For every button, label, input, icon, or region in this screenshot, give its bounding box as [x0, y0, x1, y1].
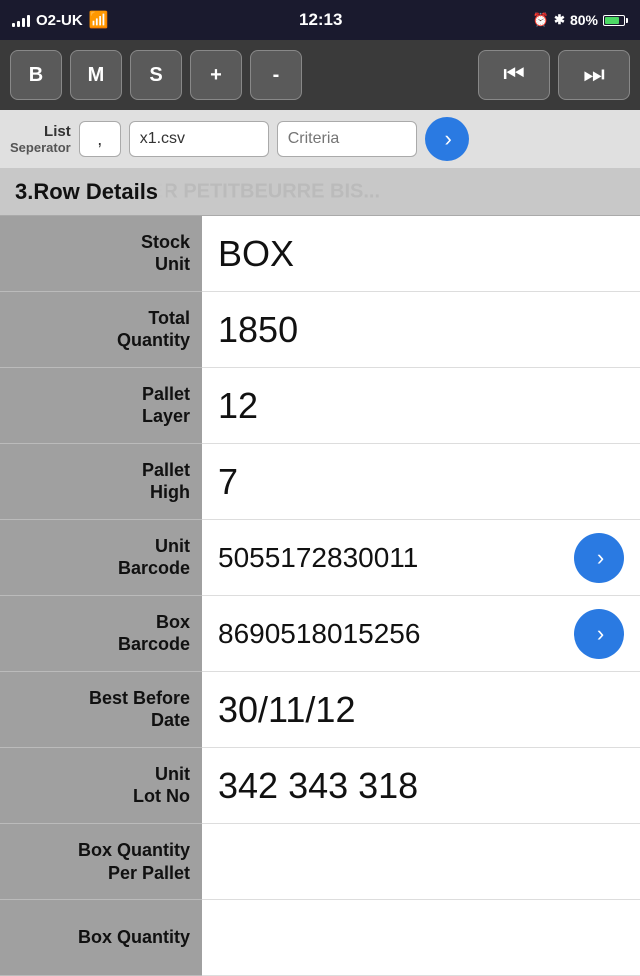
value-best-before: 30/11/12: [202, 672, 640, 748]
row-stock-unit: Stock Unit BOX: [0, 216, 640, 292]
go-button[interactable]: ›: [425, 117, 469, 161]
value-unit-barcode: 5055172830011 ›: [202, 520, 640, 596]
btn-plus[interactable]: +: [190, 50, 242, 100]
battery-label: 80%: [570, 12, 598, 28]
value-total-quantity: 1850: [202, 292, 640, 368]
label-box-qty: Box Quantity: [0, 900, 202, 976]
separator-box[interactable]: ,: [79, 121, 121, 157]
value-unit-lot: 342 343 318: [202, 748, 640, 824]
criteria-input[interactable]: [277, 121, 417, 157]
toolbar-right: ⏮ ⏭: [478, 50, 630, 100]
separator-value: ,: [97, 129, 102, 150]
label-unit-barcode: Unit Barcode: [0, 520, 202, 596]
row-details-title: 3.Row Details: [15, 179, 166, 205]
label-pallet-high: Pallet High: [0, 444, 202, 520]
box-barcode-arrow-icon: ›: [597, 621, 604, 647]
carrier-label: O2-UK: [36, 12, 83, 29]
status-left: O2-UK 📶: [12, 10, 109, 30]
label-stock-unit: Stock Unit: [0, 216, 202, 292]
row-box-barcode: Box Barcode 8690518015256 ›: [0, 596, 640, 672]
prev-icon: ⏮: [503, 61, 525, 89]
btn-prev[interactable]: ⏮: [478, 50, 550, 100]
row-best-before: Best Before Date 30/11/12: [0, 672, 640, 748]
separator-label: Seperator: [10, 140, 71, 155]
box-barcode-btn[interactable]: ›: [574, 609, 624, 659]
alarm-icon: ⏰: [533, 12, 549, 28]
content-area: Stock Unit BOX Total Quantity 1850 Palle…: [0, 216, 640, 976]
label-unit-lot: Unit Lot No: [0, 748, 202, 824]
wifi-icon: 📶: [89, 10, 109, 30]
row-unit-lot: Unit Lot No 342 343 318: [0, 748, 640, 824]
row-total-quantity: Total Quantity 1850: [0, 292, 640, 368]
label-total-quantity: Total Quantity: [0, 292, 202, 368]
value-box-qty-per-pallet: [202, 824, 640, 900]
label-box-qty-per-pallet: Box Quantity Per Pallet: [0, 824, 202, 900]
row-box-qty-per-pallet: Box Quantity Per Pallet: [0, 824, 640, 900]
row-pallet-layer: Pallet Layer 12: [0, 368, 640, 444]
label-best-before: Best Before Date: [0, 672, 202, 748]
unit-barcode-btn[interactable]: ›: [574, 533, 624, 583]
list-label: List: [44, 123, 71, 140]
bluetooth-icon: ✱: [554, 12, 565, 28]
btn-b[interactable]: B: [10, 50, 62, 100]
row-pallet-high: Pallet High 7: [0, 444, 640, 520]
value-pallet-layer-text: 12: [218, 385, 624, 427]
value-best-before-text: 30/11/12: [218, 689, 624, 731]
label-pallet-layer: Pallet Layer: [0, 368, 202, 444]
value-box-barcode-text: 8690518015256: [218, 618, 574, 650]
value-pallet-layer: 12: [202, 368, 640, 444]
next-icon: ⏭: [583, 61, 605, 89]
btn-next[interactable]: ⏭: [558, 50, 630, 100]
value-total-quantity-text: 1850: [218, 309, 624, 351]
btn-s[interactable]: S: [130, 50, 182, 100]
status-right: ⏰ ✱ 80%: [533, 12, 628, 28]
file-input[interactable]: [129, 121, 269, 157]
signal-icon: [12, 13, 30, 27]
battery-icon: [603, 15, 628, 26]
go-arrow-icon: ›: [445, 126, 452, 152]
value-pallet-high: 7: [202, 444, 640, 520]
value-stock-unit-text: BOX: [218, 233, 624, 275]
row-details-header: 3.Row Details ER PETITBEURRE BIS...: [0, 168, 640, 216]
status-bar: O2-UK 📶 12:13 ⏰ ✱ 80%: [0, 0, 640, 40]
filter-bar: List Seperator , ›: [0, 110, 640, 168]
value-pallet-high-text: 7: [218, 461, 624, 503]
value-unit-barcode-text: 5055172830011: [218, 542, 574, 574]
btn-minus[interactable]: -: [250, 50, 302, 100]
toolbar-left: B M S + -: [10, 50, 302, 100]
value-stock-unit: BOX: [202, 216, 640, 292]
btn-m[interactable]: M: [70, 50, 122, 100]
label-box-barcode: Box Barcode: [0, 596, 202, 672]
unit-barcode-arrow-icon: ›: [597, 545, 604, 571]
row-box-qty: Box Quantity: [0, 900, 640, 976]
time-label: 12:13: [299, 10, 342, 30]
value-unit-lot-text: 342 343 318: [218, 765, 624, 807]
toolbar: B M S + - ⏮ ⏭: [0, 40, 640, 110]
row-unit-barcode: Unit Barcode 5055172830011 ›: [0, 520, 640, 596]
row-details-bg-text: ER PETITBEURRE BIS...: [150, 180, 380, 203]
value-box-barcode: 8690518015256 ›: [202, 596, 640, 672]
value-box-qty: [202, 900, 640, 976]
